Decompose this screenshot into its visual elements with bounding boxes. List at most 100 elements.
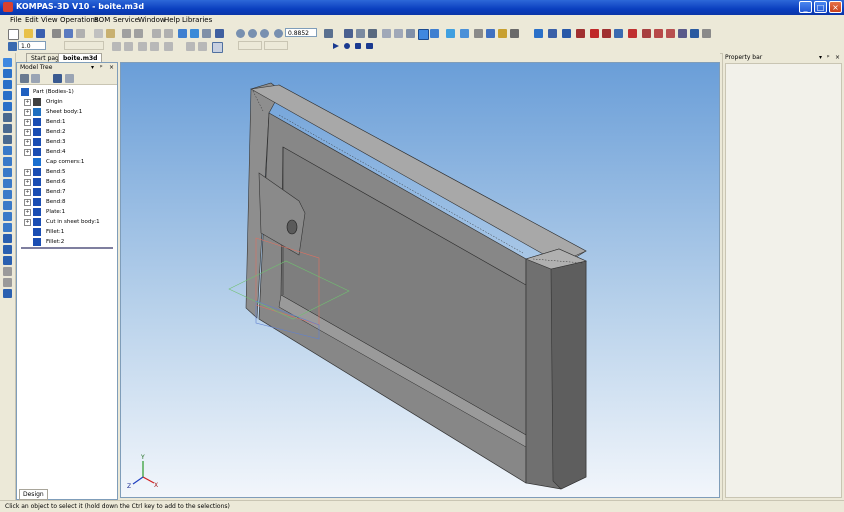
tree-node[interactable]: + Bend:2 — [17, 127, 117, 137]
rotate-icon[interactable] — [368, 29, 377, 38]
panel-icon[interactable] — [3, 58, 12, 67]
tree-node[interactable]: + Sheet body:1 — [17, 107, 117, 117]
step-icon[interactable] — [8, 42, 17, 51]
copy-icon[interactable] — [94, 29, 103, 38]
tool-icon[interactable] — [198, 42, 207, 51]
wireframe-icon[interactable] — [382, 29, 391, 38]
print-icon[interactable] — [52, 29, 61, 38]
tab-design[interactable]: Design — [19, 489, 48, 500]
tool-icon[interactable] — [690, 29, 699, 38]
panel-icon[interactable] — [3, 146, 12, 155]
menu-file[interactable]: File — [10, 16, 22, 24]
redo-icon[interactable] — [134, 29, 143, 38]
panel-icon[interactable] — [3, 201, 12, 210]
tool-icon[interactable] — [164, 42, 173, 51]
function-icon[interactable] — [202, 29, 211, 38]
tree-node[interactable]: + Origin — [17, 97, 117, 107]
menu-service[interactable]: Service — [113, 16, 139, 24]
panel-icon[interactable] — [3, 135, 12, 144]
tree-node[interactable]: + Bend:8 — [17, 197, 117, 207]
menu-help[interactable]: Help — [164, 16, 180, 24]
play-icon[interactable] — [333, 43, 339, 49]
cut-icon[interactable] — [76, 29, 85, 38]
tool-icon[interactable] — [498, 29, 507, 38]
record-icon[interactable] — [344, 43, 350, 49]
tree-node[interactable]: + Bend:5 — [17, 167, 117, 177]
step-forward-icon[interactable] — [366, 43, 373, 49]
tab-boite-m3d[interactable]: boite.m3d — [58, 53, 103, 62]
panel-icon[interactable] — [3, 91, 12, 100]
perspective-icon[interactable] — [446, 29, 455, 38]
panel-icon[interactable] — [3, 69, 12, 78]
menu-operations[interactable]: Operations — [60, 16, 98, 24]
show-all-icon[interactable] — [356, 29, 365, 38]
expand-icon[interactable]: + — [24, 99, 31, 106]
tool-icon[interactable] — [152, 29, 161, 38]
tool-icon[interactable] — [678, 29, 687, 38]
menu-view[interactable]: View — [41, 16, 58, 24]
expand-icon[interactable]: + — [24, 199, 31, 206]
thin-lines-icon[interactable] — [406, 29, 415, 38]
panel-icon[interactable] — [3, 80, 12, 89]
expand-icon[interactable]: + — [24, 109, 31, 116]
expand-icon[interactable]: + — [24, 169, 31, 176]
panel-icon[interactable] — [3, 113, 12, 122]
maximize-button[interactable]: □ — [814, 1, 827, 13]
help-icon[interactable] — [702, 29, 711, 38]
pan-icon[interactable] — [344, 29, 353, 38]
tree-node[interactable]: + Bend:1 — [17, 117, 117, 127]
view-icon[interactable] — [460, 29, 469, 38]
expand-icon[interactable]: + — [24, 119, 31, 126]
expand-icon[interactable]: + — [24, 179, 31, 186]
menu-libraries[interactable]: Libraries — [182, 16, 212, 24]
tool-icon[interactable] — [112, 42, 121, 51]
field[interactable] — [264, 41, 288, 50]
tool-icon[interactable] — [510, 29, 519, 38]
tool-icon[interactable] — [562, 29, 571, 38]
expand-icon[interactable]: + — [24, 129, 31, 136]
open-file-icon[interactable] — [24, 29, 33, 38]
panel-icon[interactable] — [3, 256, 12, 265]
zoom-window-icon[interactable] — [260, 29, 269, 38]
menu-edit[interactable]: Edit — [25, 16, 39, 24]
menu-window[interactable]: Window — [138, 16, 166, 24]
manager-icon[interactable] — [178, 29, 187, 38]
stop-icon[interactable] — [355, 43, 361, 49]
shaded-edges-icon[interactable] — [430, 29, 439, 38]
panel-icon[interactable] — [3, 190, 12, 199]
panel-icon[interactable] — [3, 223, 12, 232]
expand-icon[interactable]: + — [24, 149, 31, 156]
shaded-icon[interactable] — [418, 29, 429, 40]
snap-icon[interactable] — [212, 42, 223, 53]
panel-icon[interactable] — [3, 157, 12, 166]
tree-node[interactable]: + Plate:1 — [17, 207, 117, 217]
panel-icon[interactable] — [3, 124, 12, 133]
panel-icon[interactable] — [3, 245, 12, 254]
tree-view-icon[interactable] — [20, 74, 29, 83]
field[interactable] — [238, 41, 262, 50]
zoom-in-icon[interactable] — [236, 29, 245, 38]
tool-icon[interactable] — [548, 29, 557, 38]
zoom-value-field[interactable]: 0.8852 — [285, 28, 317, 37]
tree-node[interactable]: Cap corners:1 — [17, 157, 117, 167]
orientation-icon[interactable] — [324, 29, 333, 38]
tool-icon[interactable] — [654, 29, 663, 38]
pin-icon[interactable]: ᵖ — [827, 53, 830, 62]
tool-icon[interactable] — [486, 29, 495, 38]
expand-icon[interactable]: + — [24, 189, 31, 196]
tree-node[interactable]: + Bend:4 — [17, 147, 117, 157]
expand-icon[interactable]: + — [24, 219, 31, 226]
panel-icon[interactable] — [3, 267, 12, 276]
close-icon[interactable]: × — [835, 53, 840, 62]
rollback-bar[interactable] — [21, 247, 113, 249]
tool-icon[interactable] — [150, 42, 159, 51]
tool-icon[interactable] — [666, 29, 675, 38]
expand-icon[interactable]: + — [24, 139, 31, 146]
tool-icon[interactable] — [138, 42, 147, 51]
dropdown-icon[interactable]: ▾ — [819, 53, 822, 62]
undo-icon[interactable] — [122, 29, 131, 38]
close-icon[interactable]: × — [109, 63, 114, 72]
tool-icon[interactable] — [642, 29, 651, 38]
save-icon[interactable] — [36, 29, 45, 38]
zoom-out-icon[interactable] — [248, 29, 257, 38]
